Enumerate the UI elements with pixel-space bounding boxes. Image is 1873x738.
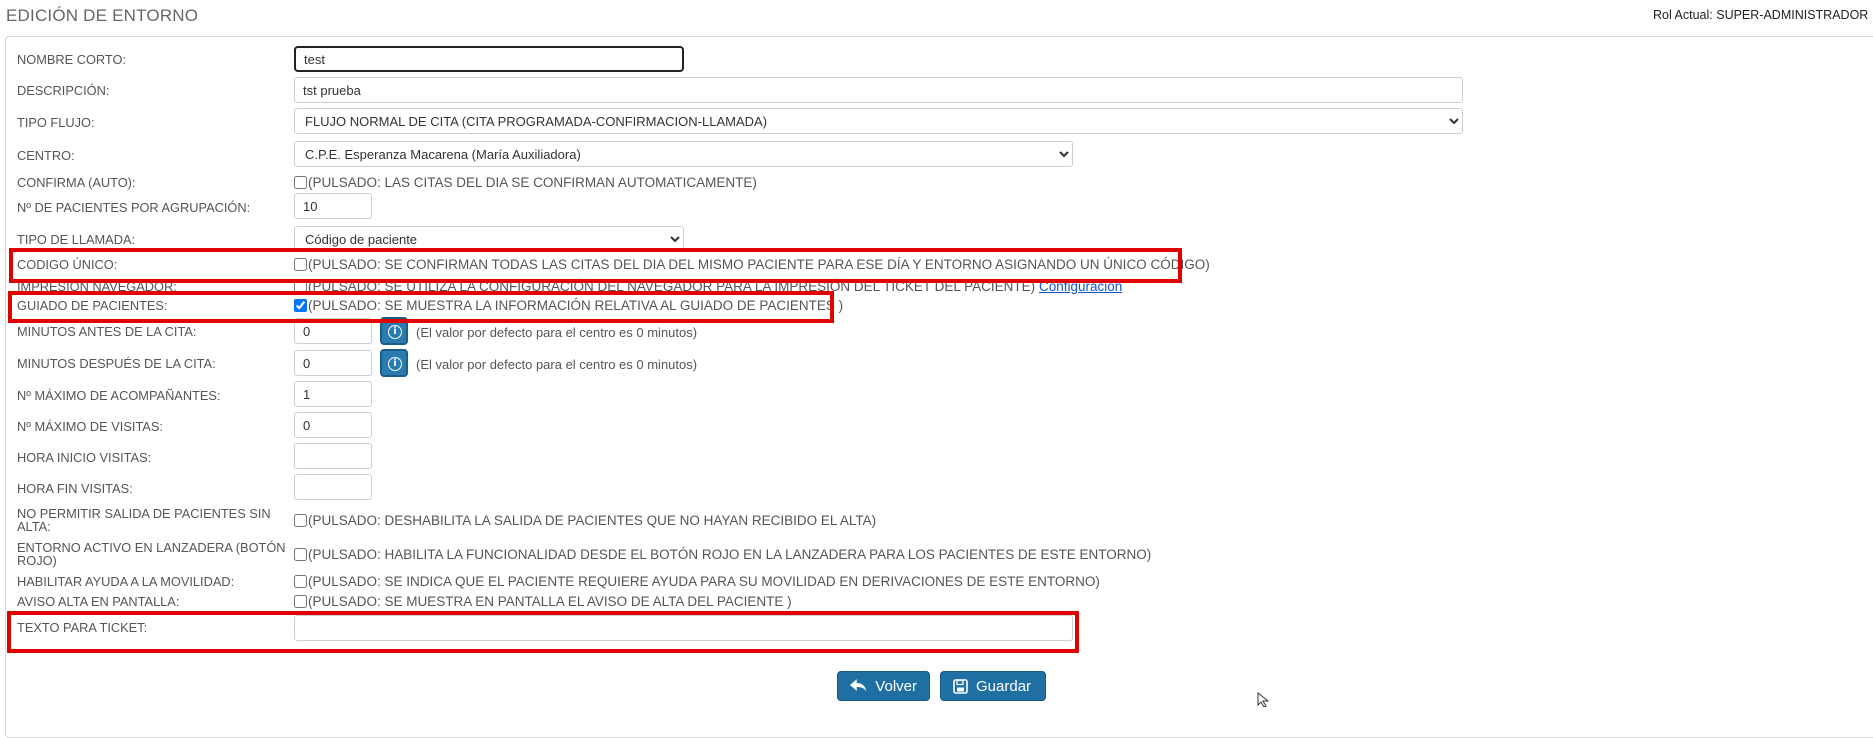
minutos-antes-input[interactable] (294, 318, 372, 344)
pacientes-agrupacion-input[interactable] (294, 193, 372, 219)
minutos-antes-hint: (El valor por defecto para el centro es … (416, 325, 698, 340)
label-max-visitas: Nº MÁXIMO DE VISITAS: (17, 419, 163, 434)
minutos-antes-info-button[interactable]: i (380, 317, 408, 345)
minutos-despues-input[interactable] (294, 350, 372, 376)
label-nombre-corto: NOMBRE CORTO: (17, 52, 127, 67)
label-impresion-navegador: IMPRESIÓN NAVEGADOR: (17, 279, 177, 294)
label-codigo-unico: CODIGO ÚNICO: (17, 257, 118, 272)
tipo-llamada-select[interactable]: Código de paciente (294, 226, 684, 252)
confirma-auto-checkbox[interactable] (294, 176, 307, 189)
guardar-button[interactable]: Guardar (940, 671, 1046, 701)
aviso-alta-checkbox[interactable] (294, 595, 307, 608)
impresion-navegador-checkbox[interactable] (294, 280, 307, 293)
minutos-despues-hint: (El valor por defecto para el centro es … (416, 357, 698, 372)
label-minutos-antes: MINUTOS ANTES DE LA CITA: (17, 324, 197, 339)
guardar-label: Guardar (976, 677, 1032, 695)
configuracion-link[interactable]: Configuración (1039, 279, 1122, 294)
aviso-alta-text: (PULSADO: SE MUESTRA EN PANTALLA EL AVIS… (308, 594, 792, 609)
label-max-acompanantes: Nº MÁXIMO DE ACOMPAÑANTES: (17, 388, 221, 403)
info-icon: i (388, 325, 402, 339)
no-permitir-salida-checkbox[interactable] (294, 514, 307, 527)
entorno-lanzadera-checkbox[interactable] (294, 548, 307, 561)
label-hora-fin: HORA FIN VISITAS: (17, 481, 133, 496)
label-tipo-llamada: TIPO DE LLAMADA: (17, 232, 136, 247)
entorno-lanzadera-text: (PULSADO: HABILITA LA FUNCIONALIDAD DESD… (308, 547, 1152, 562)
centro-select[interactable]: C.P.E. Esperanza Macarena (María Auxilia… (294, 141, 1073, 167)
minutos-despues-info-button[interactable]: i (380, 349, 408, 377)
descripcion-input[interactable] (294, 77, 1463, 103)
label-descripcion: DESCRIPCIÓN: (17, 83, 110, 98)
hora-fin-input[interactable] (294, 474, 372, 500)
max-visitas-input[interactable] (294, 412, 372, 438)
label-ayuda-movilidad: HABILITAR AYUDA A LA MOVILIDAD: (17, 574, 235, 589)
hora-inicio-input[interactable] (294, 443, 372, 469)
current-role: Rol Actual: SUPER-ADMINISTRADOR (1653, 8, 1869, 22)
save-icon (953, 678, 968, 694)
info-icon: i (388, 357, 402, 371)
label-tipo-flujo: TIPO FLUJO: (17, 115, 95, 130)
label-confirma-auto: CONFIRMA (AUTO): (17, 175, 136, 190)
confirma-auto-text: (PULSADO: LAS CITAS DEL DIA SE CONFIRMAN… (308, 175, 757, 190)
label-hora-inicio: HORA INICIO VISITAS: (17, 450, 152, 465)
no-permitir-salida-text: (PULSADO: DESHABILITA LA SALIDA DE PACIE… (308, 513, 877, 528)
label-guiado-pacientes: GUIADO DE PACIENTES: (17, 298, 168, 313)
guiado-pacientes-checkbox[interactable] (294, 299, 307, 312)
page-title: EDICIÓN DE ENTORNO (6, 6, 199, 25)
codigo-unico-checkbox[interactable] (294, 258, 307, 271)
ayuda-movilidad-checkbox[interactable] (294, 575, 307, 588)
impresion-navegador-text: (PULSADO: SE UTILIZA LA CONFIGURACIÓN DE… (308, 279, 1036, 294)
ayuda-movilidad-text: (PULSADO: SE INDICA QUE EL PACIENTE REQU… (308, 574, 1100, 589)
label-aviso-alta: AVISO ALTA EN PANTALLA: (17, 594, 180, 609)
max-acompanantes-input[interactable] (294, 381, 372, 407)
nombre-corto-input[interactable] (294, 46, 684, 72)
volver-label: Volver (875, 677, 917, 695)
label-entorno-lanzadera: ENTORNO ACTIVO EN LANZADERA (BOTÓN ROJO) (17, 540, 286, 568)
guiado-pacientes-text: (PULSADO: SE MUESTRA LA INFORMACIÓN RELA… (308, 298, 844, 313)
tipo-flujo-select[interactable]: FLUJO NORMAL DE CITA (CITA PROGRAMADA-CO… (294, 108, 1463, 134)
label-minutos-despues: MINUTOS DESPUÉS DE LA CITA: (17, 356, 216, 371)
volver-button[interactable]: Volver (837, 671, 930, 701)
mouse-cursor-icon (1257, 692, 1270, 707)
label-texto-ticket: TEXTO PARA TICKET: (17, 620, 148, 635)
label-pacientes-agrupacion: Nº DE PACIENTES POR AGRUPACIÓN: (17, 200, 251, 215)
label-centro: CENTRO: (17, 148, 75, 163)
impresion-navegador-line: (PULSADO: SE UTILIZA LA CONFIGURACIÓN DE… (308, 280, 1122, 294)
label-no-permitir-salida: NO PERMITIR SALIDA DE PACIENTES SIN ALTA… (17, 506, 271, 534)
codigo-unico-text: (PULSADO: SE CONFIRMAN TODAS LAS CITAS D… (308, 257, 1210, 272)
texto-ticket-input[interactable] (294, 615, 1073, 641)
reply-icon (850, 679, 867, 692)
